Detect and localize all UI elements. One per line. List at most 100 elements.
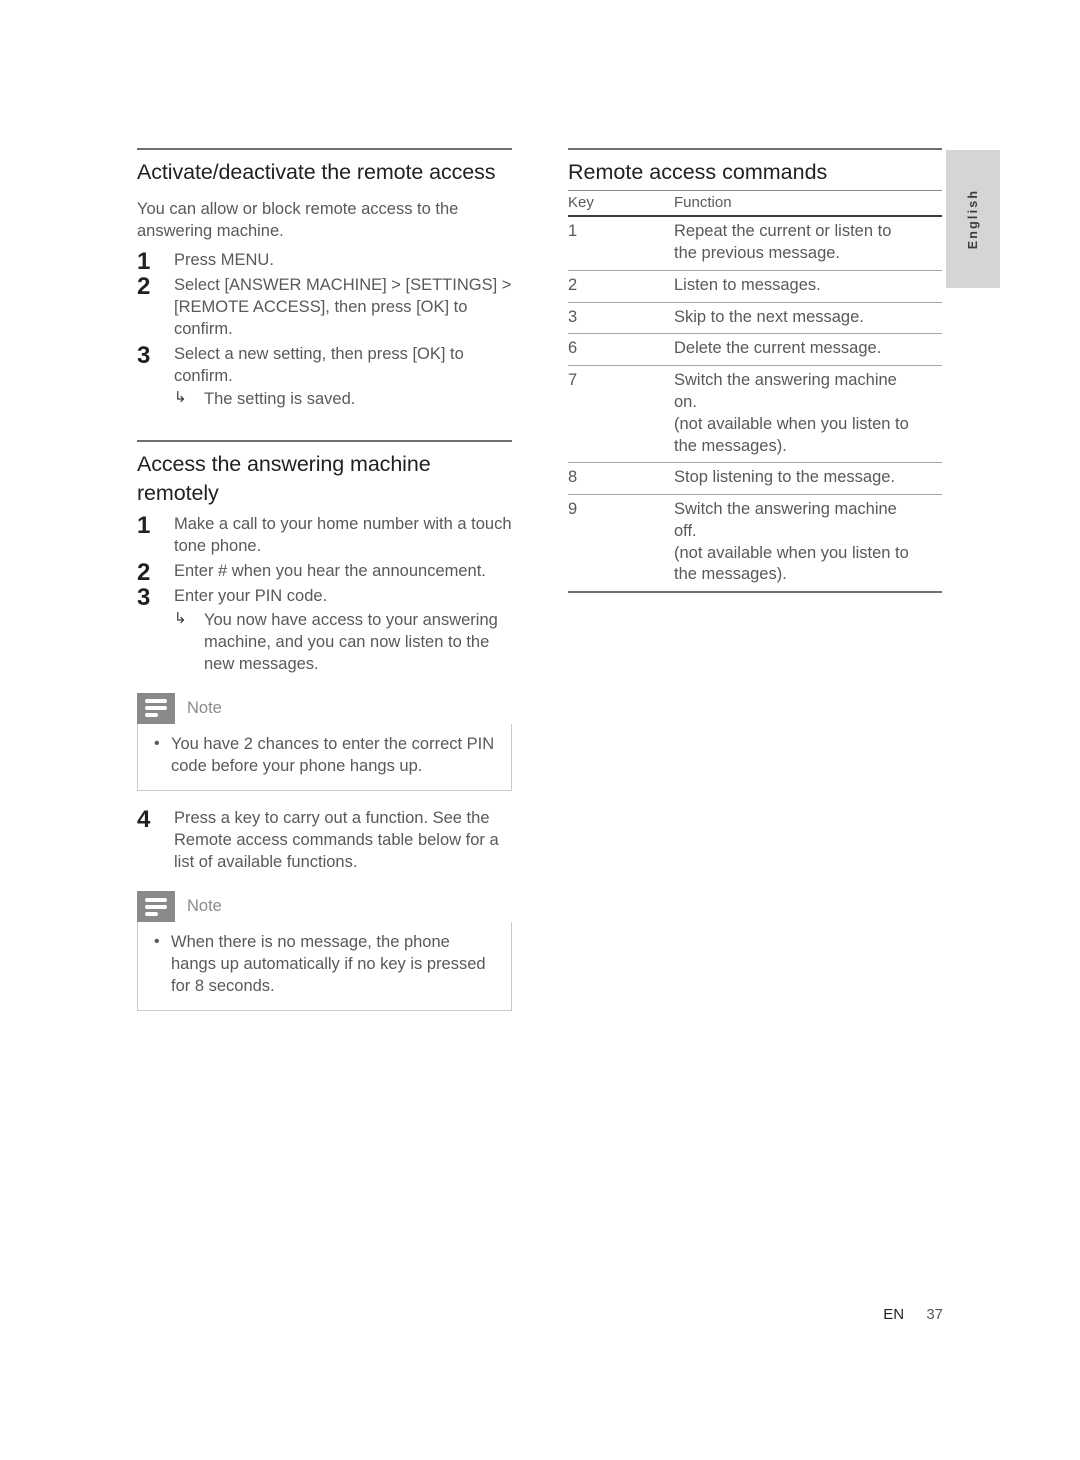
steps-list-access-continued: 4 Press a key to carry out a function. S… — [137, 805, 512, 873]
note-box-pin-chances: Note • You have 2 chances to enter the c… — [137, 692, 512, 791]
table-header-row: Key Function — [568, 190, 942, 218]
remote-access-commands-table: Key Function 1 Repeat the current or lis… — [568, 190, 942, 594]
function-line: Switch the answering machine — [674, 500, 897, 519]
step-text: Select a new setting, then press [OK] to… — [174, 345, 464, 386]
cell-key: 8 — [568, 462, 674, 496]
steps-list-activate: 1 Press MENU. 2 Select [ANSWER MACHINE] … — [137, 248, 512, 411]
list-item: 1 Make a call to your home number with a… — [137, 512, 512, 557]
function-line: on. — [674, 392, 697, 411]
table-row: 3 Skip to the next message. — [568, 302, 942, 335]
cell-function: Repeat the current or listen to the prev… — [674, 216, 942, 271]
function-line: Listen to messages. — [674, 275, 821, 294]
cell-function: Switch the answering machine off. (not a… — [674, 494, 942, 594]
note-label: Note — [187, 897, 222, 916]
step-number: 4 — [137, 805, 151, 833]
manual-page: English Activate/deactivate the remote a… — [0, 0, 1080, 1460]
function-line: the messages). — [674, 565, 787, 584]
table-row: 1 Repeat the current or listen to the pr… — [568, 216, 942, 271]
cell-key: 6 — [568, 333, 674, 367]
list-item: • When there is no message, the phone ha… — [150, 932, 499, 998]
section-access-answering-machine-remotely: Access the answering machine remotely 1 … — [137, 440, 512, 1011]
table-row: 7 Switch the answering machine on. (not … — [568, 365, 942, 464]
function-line: Switch the answering machine — [674, 371, 897, 390]
cell-key: 7 — [568, 365, 674, 464]
page-footer: EN 37 — [0, 1306, 1080, 1323]
table-body: 1 Repeat the current or listen to the pr… — [568, 216, 942, 594]
list-item: • You have 2 chances to enter the correc… — [150, 734, 499, 778]
function-line: (not available when you listen to — [674, 414, 909, 433]
list-item: 1 Press MENU. — [137, 248, 512, 275]
note-body: • You have 2 chances to enter the correc… — [137, 723, 512, 791]
note-lines-icon — [137, 891, 175, 923]
step-text: Make a call to your home number with a t… — [174, 515, 512, 556]
function-line: off. — [674, 521, 697, 540]
step-number: 2 — [137, 272, 151, 300]
cell-function: Delete the current message. — [674, 333, 942, 367]
bullet-icon: • — [154, 933, 160, 951]
step-number: 1 — [137, 512, 151, 540]
step-text: Press a key to carry out a function. See… — [174, 808, 499, 871]
language-tab-label: English — [966, 188, 980, 250]
function-line: the previous message. — [674, 244, 841, 263]
step-number: 3 — [137, 584, 151, 612]
result-arrow-icon: ↳ — [174, 389, 187, 407]
table-row: 8 Stop listening to the message. — [568, 462, 942, 496]
cell-key: 9 — [568, 494, 674, 594]
table-row: 9 Switch the answering machine off. (not… — [568, 494, 942, 594]
steps-list-access: 1 Make a call to your home number with a… — [137, 512, 512, 675]
step-number: 3 — [137, 342, 151, 370]
note-header: Note — [137, 891, 512, 923]
section-activate-deactivate-remote-access: Activate/deactivate the remote access Yo… — [137, 148, 512, 410]
column-header-key: Key — [568, 190, 674, 218]
step-result: ↳ The setting is saved. — [174, 388, 512, 410]
step-result: ↳ You now have access to your answering … — [174, 609, 512, 675]
note-lines-icon — [137, 692, 175, 724]
bullet-icon: • — [154, 734, 160, 752]
footer-language-code: EN — [883, 1306, 905, 1323]
function-line: Repeat the current or listen to — [674, 222, 892, 241]
note-box-auto-hangup: Note • When there is no message, the pho… — [137, 891, 512, 1011]
list-item: 3 Enter your PIN code. ↳ You now have ac… — [137, 584, 512, 675]
section-remote-access-commands: Remote access commands Key Function 1 Re… — [568, 148, 942, 594]
result-text: The setting is saved. — [204, 390, 356, 409]
cell-key: 3 — [568, 302, 674, 335]
cell-key: 2 — [568, 270, 674, 303]
page-title-activate-deactivate: Activate/deactivate the remote access — [137, 160, 496, 184]
note-body: • When there is no message, the phone ha… — [137, 922, 512, 1011]
column-header-function: Function — [674, 190, 942, 218]
cell-key: 1 — [568, 216, 674, 271]
page-title-access-remotely: Access the answering machine remotely — [137, 452, 431, 505]
page-title-remote-access-commands: Remote access commands — [568, 160, 828, 184]
function-line: Delete the current message. — [674, 339, 882, 358]
step-text: Press MENU. — [174, 250, 274, 269]
left-column: Activate/deactivate the remote access Yo… — [137, 148, 512, 1027]
right-column: Remote access commands Key Function 1 Re… — [568, 148, 942, 594]
note-label: Note — [187, 698, 222, 717]
table-row: 2 Listen to messages. — [568, 270, 942, 303]
list-item: 2 Enter # when you hear the announcement… — [137, 559, 512, 586]
cell-function: Switch the answering machine on. (not av… — [674, 365, 942, 464]
language-tab: English — [946, 150, 1000, 288]
cell-function: Stop listening to the message. — [674, 462, 942, 496]
table-row: 6 Delete the current message. — [568, 333, 942, 367]
result-text: You now have access to your answering ma… — [204, 610, 498, 673]
note-header: Note — [137, 692, 512, 724]
step-text: Enter # when you hear the announcement. — [174, 562, 486, 581]
step-text: Select [ANSWER MACHINE] > [SETTINGS] > [… — [174, 275, 512, 338]
list-item: 4 Press a key to carry out a function. S… — [137, 805, 512, 873]
note-list: • You have 2 chances to enter the correc… — [150, 734, 499, 778]
step-text: Enter your PIN code. — [174, 587, 328, 606]
note-text: You have 2 chances to enter the correct … — [171, 734, 495, 775]
function-line: (not available when you listen to — [674, 543, 909, 562]
function-line: Stop listening to the message. — [674, 468, 896, 487]
list-item: 3 Select a new setting, then press [OK] … — [137, 342, 512, 410]
intro-paragraph: You can allow or block remote access to … — [137, 200, 459, 241]
footer-page-number: 37 — [926, 1306, 943, 1323]
function-line: Skip to the next message. — [674, 307, 864, 326]
result-arrow-icon: ↳ — [174, 609, 187, 627]
function-line: the messages). — [674, 436, 787, 455]
note-text: When there is no message, the phone hang… — [171, 933, 486, 995]
note-list: • When there is no message, the phone ha… — [150, 932, 499, 998]
cell-function: Skip to the next message. — [674, 302, 942, 335]
cell-function: Listen to messages. — [674, 270, 942, 303]
